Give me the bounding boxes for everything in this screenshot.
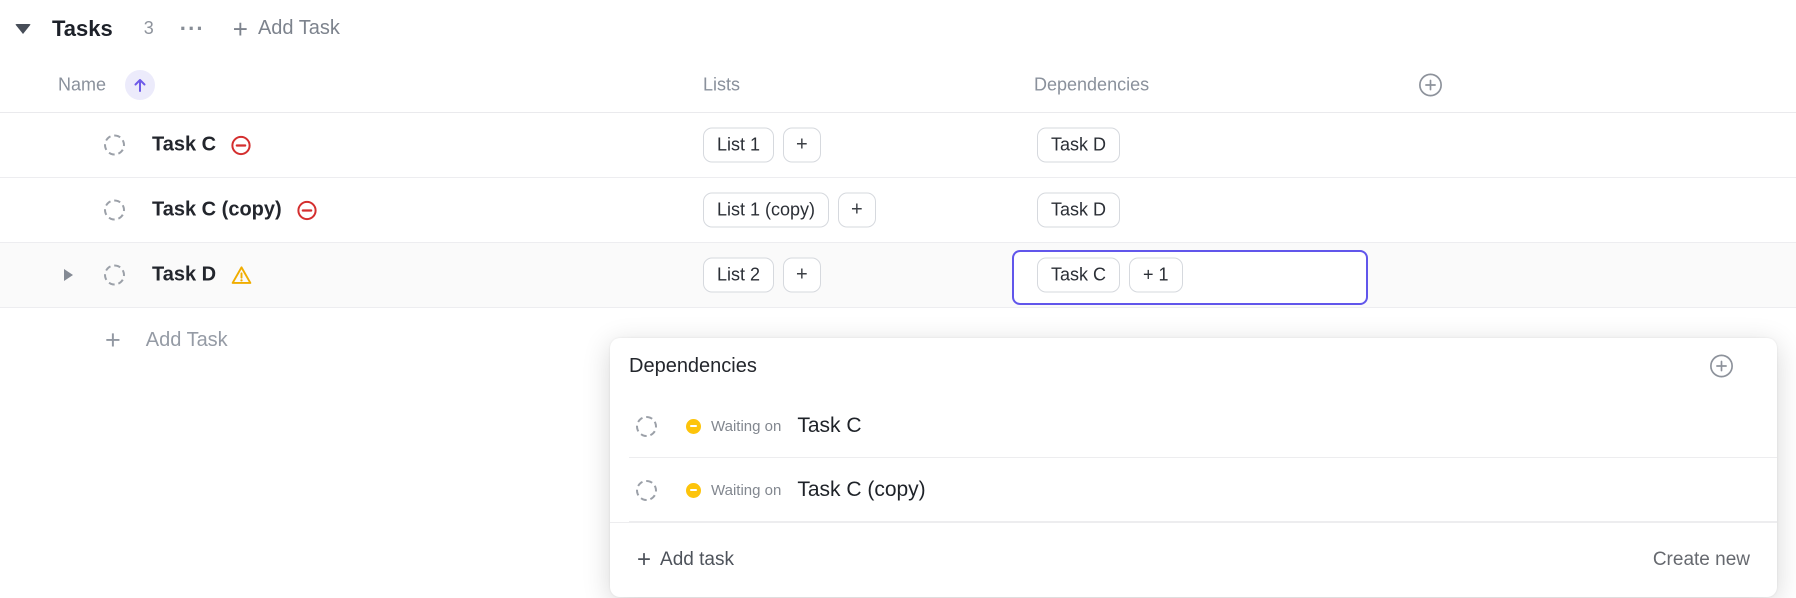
waiting-on-icon <box>686 419 701 434</box>
task-status-icon[interactable] <box>636 416 657 437</box>
dependency-task-name[interactable]: Task C <box>797 414 861 438</box>
add-list-chip[interactable]: + <box>783 258 821 293</box>
dependency-item[interactable]: Waiting on Task C <box>610 394 1777 458</box>
task-status-icon[interactable] <box>104 200 125 221</box>
dependency-task-name[interactable]: Task C (copy) <box>797 478 925 502</box>
dependency-chip[interactable]: Task D <box>1037 128 1120 163</box>
popup-add-task-button[interactable]: + Add task <box>637 548 734 572</box>
popup-add-task-label: Add task <box>660 549 734 571</box>
plus-icon: + <box>105 327 121 354</box>
add-task-button[interactable]: + Add Task <box>233 16 340 42</box>
group-title: Tasks <box>52 16 113 42</box>
lists-cell: List 1 (copy) + <box>703 193 876 228</box>
expand-subtasks-icon[interactable] <box>64 269 73 281</box>
popup-title: Dependencies <box>629 355 757 378</box>
column-header-dependencies[interactable]: Dependencies <box>1034 74 1149 95</box>
blocked-icon <box>296 199 318 221</box>
dependencies-popup: Dependencies Waiting on Task C Waiting o… <box>610 338 1777 597</box>
add-task-label: Add Task <box>258 17 340 40</box>
table-row: Task C (copy) List 1 (copy) + Task D <box>0 178 1796 243</box>
plus-icon: + <box>637 548 651 572</box>
column-header-name[interactable]: Name <box>58 74 106 95</box>
add-list-chip[interactable]: + <box>783 128 821 163</box>
warning-icon <box>230 265 253 286</box>
dependencies-cell: Task D <box>1037 193 1120 228</box>
relation-label: Waiting on <box>711 418 781 435</box>
table-header: Name Lists Dependencies <box>0 57 1796 113</box>
dependency-item[interactable]: Waiting on Task C (copy) <box>610 458 1777 522</box>
task-status-icon[interactable] <box>636 480 657 501</box>
group-toolbar: Tasks 3 ··· + Add Task <box>0 0 1796 57</box>
add-dependency-button[interactable] <box>1709 354 1734 379</box>
waiting-on-icon <box>686 483 701 498</box>
plus-icon: + <box>233 16 248 42</box>
task-name[interactable]: Task C <box>152 134 216 157</box>
arrow-up-icon <box>133 77 147 93</box>
relation-label: Waiting on <box>711 482 781 499</box>
lists-cell: List 2 + <box>703 258 821 293</box>
circle-plus-icon <box>1418 72 1443 97</box>
list-chip[interactable]: List 1 (copy) <box>703 193 829 228</box>
task-count: 3 <box>144 18 154 39</box>
create-new-button[interactable]: Create new <box>1653 549 1750 571</box>
popup-footer: + Add task Create new <box>610 522 1777 597</box>
dependencies-cell: Task C + 1 <box>1037 258 1183 293</box>
task-name[interactable]: Task C (copy) <box>152 199 282 222</box>
dependency-chip[interactable]: Task C <box>1037 258 1120 293</box>
dependencies-cell: Task D <box>1037 128 1120 163</box>
list-chip[interactable]: List 1 <box>703 128 774 163</box>
table-row: Task C List 1 + Task D <box>0 113 1796 178</box>
column-header-lists[interactable]: Lists <box>703 74 740 95</box>
dependency-overflow-chip[interactable]: + 1 <box>1129 258 1183 293</box>
task-name[interactable]: Task D <box>152 264 216 287</box>
task-status-icon[interactable] <box>104 135 125 156</box>
task-list-view: Tasks 3 ··· + Add Task Name Lists Depend… <box>0 0 1796 598</box>
add-list-chip[interactable]: + <box>838 193 876 228</box>
group-menu-icon[interactable]: ··· <box>180 22 205 35</box>
list-chip[interactable]: List 2 <box>703 258 774 293</box>
lists-cell: List 1 + <box>703 128 821 163</box>
add-task-row-label: Add Task <box>146 329 228 352</box>
circle-plus-icon <box>1709 354 1734 379</box>
add-column-button[interactable] <box>1418 72 1443 97</box>
sort-ascending-button[interactable] <box>125 70 155 100</box>
collapse-group-icon[interactable] <box>15 24 31 34</box>
blocked-icon <box>230 134 252 156</box>
table-row: Task D List 2 + Task C + 1 <box>0 243 1796 308</box>
task-status-icon[interactable] <box>104 265 125 286</box>
popup-header: Dependencies <box>610 338 1777 394</box>
dependency-chip[interactable]: Task D <box>1037 193 1120 228</box>
